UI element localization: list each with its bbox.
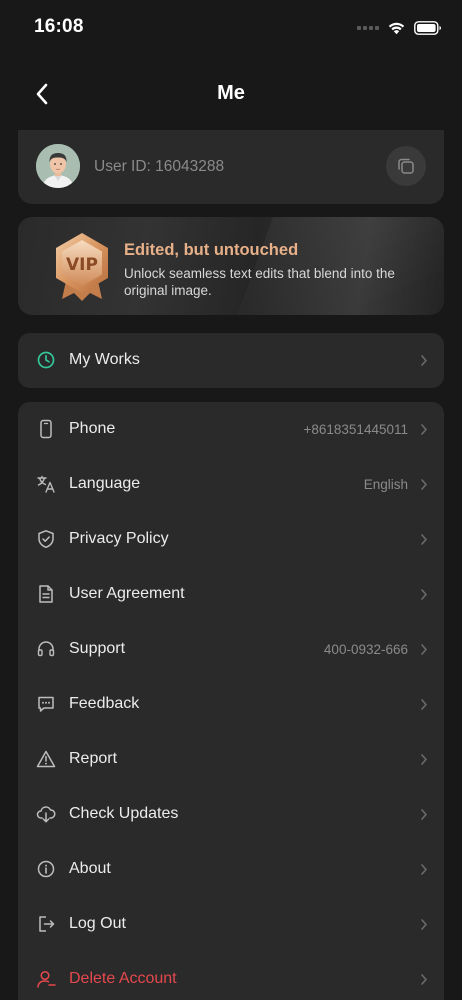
settings-item-feedback[interactable]: Feedback (18, 677, 444, 732)
document-icon (35, 583, 57, 605)
vip-title: Edited, but untouched (124, 241, 299, 259)
settings-item-about[interactable]: About (18, 842, 444, 897)
status-bar: 16:08 (0, 0, 462, 54)
chevron-right-icon (421, 589, 427, 600)
battery-icon (414, 21, 441, 35)
settings-item-label: Feedback (69, 695, 140, 712)
settings-item-label: Log Out (69, 915, 126, 932)
settings-item-language[interactable]: Language English (18, 457, 444, 512)
copy-icon (398, 158, 414, 174)
chevron-right-icon (421, 479, 427, 490)
chevron-right-icon (421, 355, 427, 366)
cloud-download-icon (35, 803, 57, 825)
status-icons (357, 18, 442, 38)
language-value: English (363, 477, 408, 492)
settings-item-user-agreement[interactable]: User Agreement (18, 567, 444, 622)
chevron-right-icon (421, 864, 427, 875)
headset-icon (35, 638, 57, 660)
message-icon (35, 693, 57, 715)
phone-number-value: +8618351445011 (303, 422, 409, 437)
chevron-right-icon (421, 919, 427, 930)
settings-item-phone[interactable]: Phone +8618351445011 (18, 402, 444, 457)
settings-item-report[interactable]: Report (18, 732, 444, 787)
nav-bar: Me (0, 70, 462, 118)
chevron-right-icon (421, 754, 427, 765)
vip-description: Unlock seamless text edits that blend in… (124, 266, 395, 298)
vip-badge-icon: VIP (56, 233, 108, 301)
settings-item-label: User Agreement (69, 585, 185, 602)
settings-item-label: About (69, 860, 111, 877)
copy-id-button[interactable] (386, 146, 426, 186)
settings-item-label: Report (69, 750, 118, 767)
my-works-row[interactable]: My Works (18, 333, 444, 388)
delete-user-icon (35, 968, 57, 990)
chevron-right-icon (421, 644, 427, 655)
clock-icon (35, 349, 57, 371)
chevron-right-icon (421, 809, 427, 820)
support-phone-value: 400-0932-666 (323, 642, 408, 657)
settings-item-label: Language (69, 475, 141, 492)
logout-icon (35, 913, 57, 935)
settings-item-log-out[interactable]: Log Out (18, 897, 444, 952)
settings-item-privacy-policy[interactable]: Privacy Policy (18, 512, 444, 567)
vip-badge-text: VIP (66, 255, 98, 275)
user-id-text: User ID: 16043288 (94, 158, 225, 175)
settings-list: Phone +8618351445011 Language English Pr… (18, 402, 444, 1000)
shield-icon (35, 528, 57, 550)
avatar[interactable] (36, 144, 80, 188)
settings-item-label: Support (69, 640, 126, 657)
status-time: 16:08 (34, 16, 84, 37)
user-card: User ID: 16043288 (18, 130, 444, 204)
chevron-right-icon (421, 699, 427, 710)
avatar-image (36, 144, 80, 188)
settings-item-label: Check Updates (69, 805, 179, 822)
settings-item-label: Delete Account (69, 970, 177, 987)
phone-icon (35, 418, 57, 440)
translate-icon (35, 473, 57, 495)
my-works-button[interactable]: My Works (18, 333, 444, 388)
settings-item-support[interactable]: Support 400-0932-666 (18, 622, 444, 677)
wifi-icon (388, 22, 405, 35)
vip-banner[interactable]: VIP Edited, but untouched Unlock seamles… (18, 217, 444, 315)
cellular-signal-icon (357, 26, 379, 30)
settings-item-label: Phone (69, 420, 116, 437)
chevron-right-icon (421, 974, 427, 985)
info-icon (35, 858, 57, 880)
warning-icon (35, 748, 57, 770)
chevron-right-icon (421, 424, 427, 435)
settings-item-check-updates[interactable]: Check Updates (18, 787, 444, 842)
settings-item-label: Privacy Policy (69, 530, 169, 547)
my-works-label: My Works (69, 351, 140, 368)
settings-item-delete-account[interactable]: Delete Account (18, 952, 444, 1000)
page-title: Me (217, 82, 245, 104)
chevron-right-icon (421, 534, 427, 545)
